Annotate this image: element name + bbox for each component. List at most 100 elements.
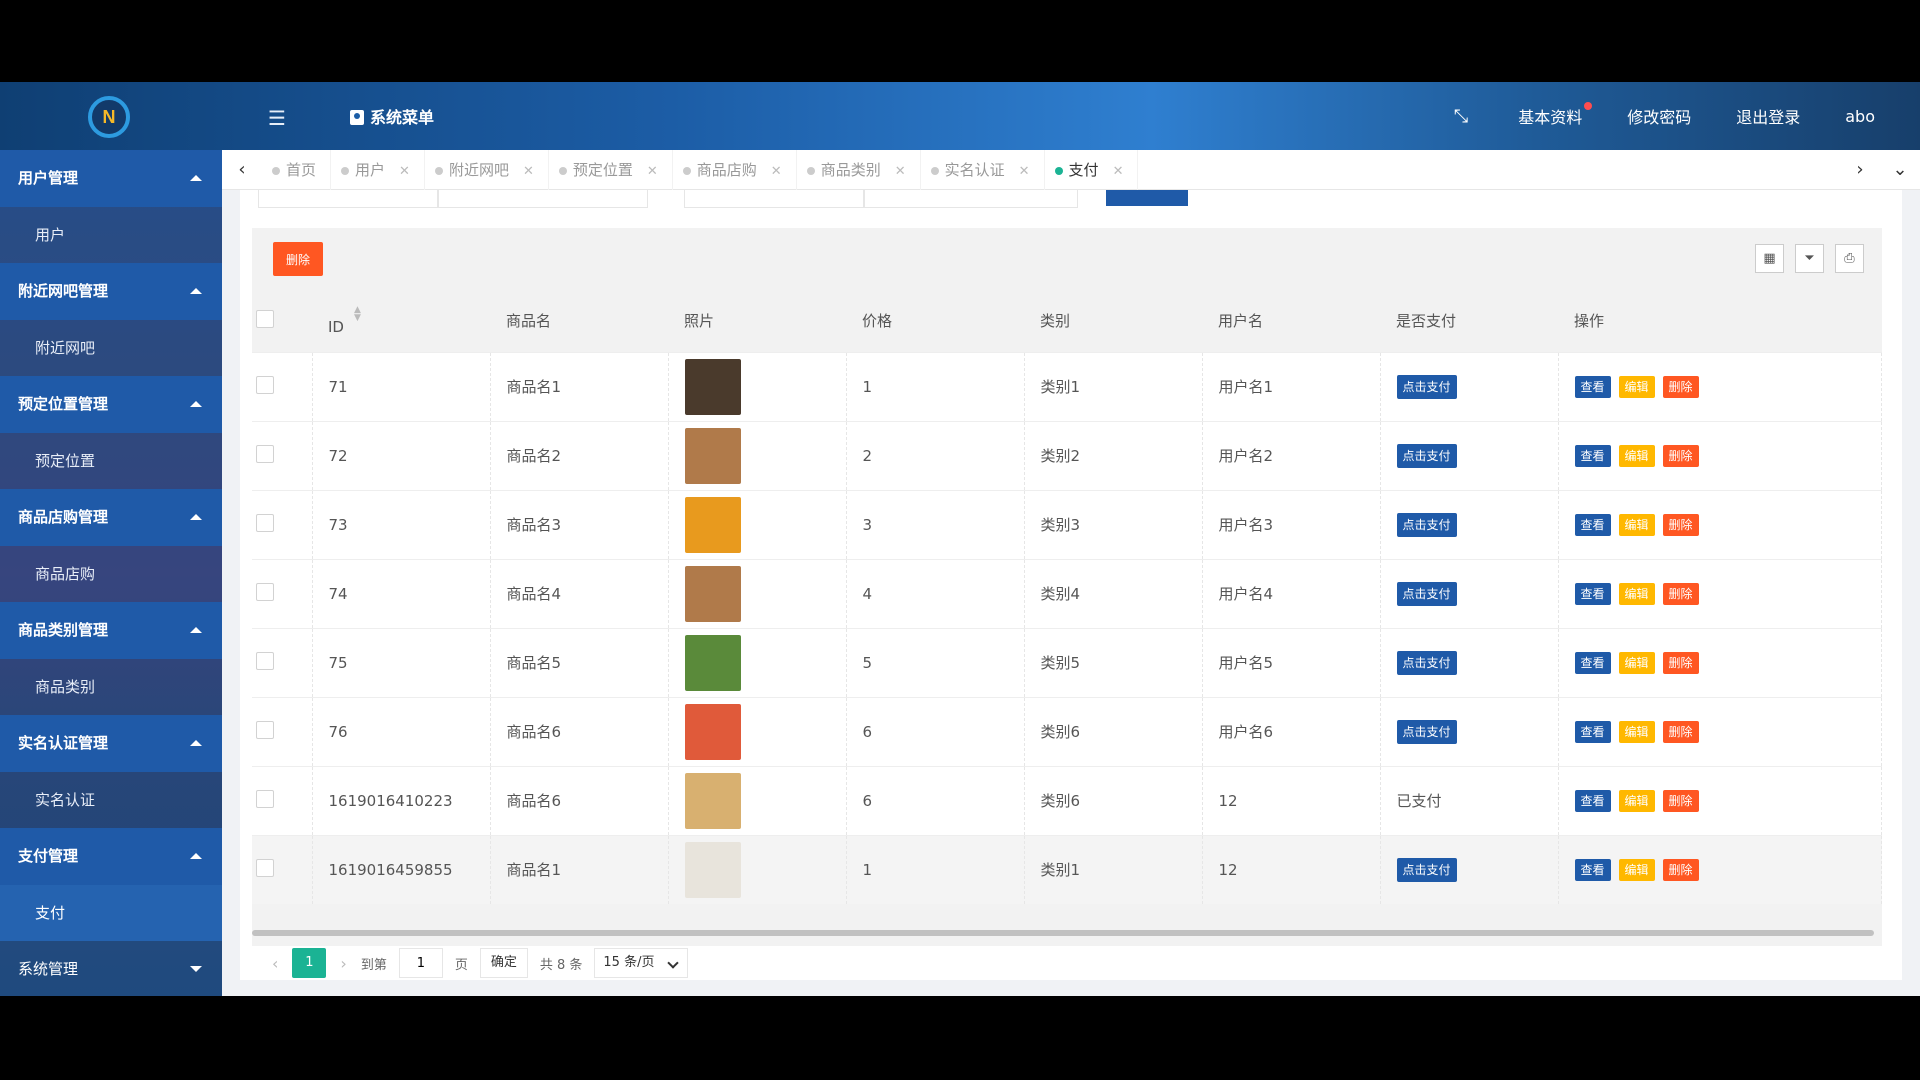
pay-button[interactable]: 点击支付 <box>1396 650 1457 675</box>
columns-filter-icon[interactable]: ▦ <box>1755 244 1784 273</box>
goto-page-input[interactable] <box>398 948 443 978</box>
edit-button[interactable]: 编辑 <box>1618 789 1655 812</box>
horizontal-scrollbar[interactable] <box>252 930 1874 936</box>
sidebar-item[interactable]: 实名认证 <box>0 772 222 828</box>
row-checkbox[interactable] <box>256 789 274 808</box>
delete-button[interactable]: 删除 <box>1662 444 1699 467</box>
close-icon[interactable]: ✕ <box>1113 164 1124 179</box>
fullscreen-icon[interactable]: ⤡ <box>1454 106 1468 127</box>
select-all-checkbox[interactable] <box>256 309 274 328</box>
close-icon[interactable]: ✕ <box>647 164 658 179</box>
sidebar-item[interactable]: 附近网吧 <box>0 320 222 376</box>
sidebar-group[interactable]: 用户管理 <box>0 150 222 207</box>
goto-confirm-button[interactable]: 确定 <box>479 948 528 978</box>
row-checkbox[interactable] <box>256 582 274 601</box>
product-photo[interactable] <box>684 565 741 622</box>
sidebar-group[interactable]: 支付管理 <box>0 828 222 885</box>
edit-button[interactable]: 编辑 <box>1618 582 1655 605</box>
page-current[interactable]: 1 <box>292 948 327 978</box>
delete-button[interactable]: 删除 <box>1662 375 1699 398</box>
delete-button[interactable]: 删除 <box>1662 651 1699 674</box>
view-button[interactable]: 查看 <box>1574 513 1611 536</box>
row-checkbox[interactable] <box>256 858 274 877</box>
search-field-2[interactable] <box>438 190 648 208</box>
sort-icon[interactable]: ▲ ▼ <box>354 305 361 322</box>
tab-item[interactable]: 首页 <box>262 150 332 190</box>
close-icon[interactable]: ✕ <box>523 164 534 179</box>
view-button[interactable]: 查看 <box>1574 858 1611 881</box>
product-photo[interactable] <box>684 703 741 760</box>
change-password-link[interactable]: 修改密码 <box>1627 104 1691 128</box>
tabs-scroll-left-icon[interactable]: ‹ <box>222 150 262 190</box>
tab-item[interactable]: 支付 ✕ <box>1045 150 1139 190</box>
bulk-delete-button[interactable]: 删除 <box>273 242 323 276</box>
row-checkbox[interactable] <box>256 720 274 739</box>
row-checkbox[interactable] <box>256 513 274 532</box>
view-button[interactable]: 查看 <box>1574 375 1611 398</box>
logout-link[interactable]: 退出登录 <box>1736 104 1800 128</box>
view-button[interactable]: 查看 <box>1574 720 1611 743</box>
sidebar-group[interactable]: 系统管理 <box>0 941 222 996</box>
view-button[interactable]: 查看 <box>1574 582 1611 605</box>
edit-button[interactable]: 编辑 <box>1618 858 1655 881</box>
close-icon[interactable]: ✕ <box>771 164 782 179</box>
delete-button[interactable]: 删除 <box>1662 789 1699 812</box>
edit-button[interactable]: 编辑 <box>1618 444 1655 467</box>
delete-button[interactable]: 删除 <box>1662 720 1699 743</box>
tab-item[interactable]: 实名认证 ✕ <box>921 150 1045 190</box>
sidebar-item[interactable]: 商品类别 <box>0 659 222 715</box>
prev-page-icon[interactable]: ‹ <box>272 954 278 973</box>
edit-button[interactable]: 编辑 <box>1618 651 1655 674</box>
product-photo[interactable] <box>684 841 741 898</box>
sidebar-group[interactable]: 实名认证管理 <box>0 715 222 772</box>
sidebar-group[interactable]: 预定位置管理 <box>0 376 222 433</box>
tabs-dropdown-icon[interactable]: ⌄ <box>1880 150 1920 190</box>
pay-button[interactable]: 点击支付 <box>1396 719 1457 744</box>
delete-button[interactable]: 删除 <box>1662 582 1699 605</box>
product-photo[interactable] <box>684 427 741 484</box>
tab-item[interactable]: 预定位置 ✕ <box>549 150 673 190</box>
next-page-icon[interactable]: › <box>340 954 346 973</box>
product-photo[interactable] <box>684 358 741 415</box>
sidebar-item[interactable]: 预定位置 <box>0 433 222 489</box>
product-photo[interactable] <box>684 634 741 691</box>
col-id[interactable]: ID ▲ ▼ <box>312 290 490 352</box>
sidebar-item[interactable]: 商品店购 <box>0 546 222 602</box>
search-field-4[interactable] <box>864 190 1078 208</box>
view-button[interactable]: 查看 <box>1574 789 1611 812</box>
page-size-select[interactable]: 15 条/页 <box>594 948 689 978</box>
sidebar-item[interactable]: 用户 <box>0 207 222 263</box>
tab-item[interactable]: 商品店购 ✕ <box>673 150 797 190</box>
edit-button[interactable]: 编辑 <box>1618 513 1655 536</box>
sidebar-group[interactable]: 商品类别管理 <box>0 602 222 659</box>
row-checkbox[interactable] <box>256 444 274 463</box>
sidebar-group[interactable]: 附近网吧管理 <box>0 263 222 320</box>
search-field-3[interactable] <box>684 190 864 208</box>
delete-button[interactable]: 删除 <box>1662 858 1699 881</box>
export-icon[interactable]: ⏷ <box>1795 244 1824 273</box>
tabs-scroll-right-icon[interactable]: › <box>1840 150 1880 190</box>
product-photo[interactable] <box>684 496 741 553</box>
profile-link[interactable]: 基本资料 <box>1518 102 1593 128</box>
tab-item[interactable]: 商品类别 ✕ <box>797 150 921 190</box>
view-button[interactable]: 查看 <box>1574 444 1611 467</box>
tab-item[interactable]: 附近网吧 ✕ <box>425 150 549 190</box>
view-button[interactable]: 查看 <box>1574 651 1611 674</box>
search-field-1[interactable] <box>258 190 438 208</box>
search-button[interactable] <box>1106 190 1188 206</box>
tab-item[interactable]: 用户 ✕ <box>331 150 425 190</box>
sidebar-group[interactable]: 商品店购管理 <box>0 489 222 546</box>
menu-toggle-icon[interactable]: ☰ <box>268 106 286 130</box>
row-checkbox[interactable] <box>256 375 274 394</box>
close-icon[interactable]: ✕ <box>895 164 906 179</box>
close-icon[interactable]: ✕ <box>399 164 410 179</box>
pay-button[interactable]: 点击支付 <box>1396 374 1457 399</box>
pay-button[interactable]: 点击支付 <box>1396 857 1457 882</box>
pay-button[interactable]: 点击支付 <box>1396 581 1457 606</box>
edit-button[interactable]: 编辑 <box>1618 375 1655 398</box>
row-checkbox[interactable] <box>256 651 274 670</box>
close-icon[interactable]: ✕ <box>1019 164 1030 179</box>
print-icon[interactable]: ⎙ <box>1835 244 1864 273</box>
sidebar-item[interactable]: 支付 <box>0 885 222 941</box>
edit-button[interactable]: 编辑 <box>1618 720 1655 743</box>
